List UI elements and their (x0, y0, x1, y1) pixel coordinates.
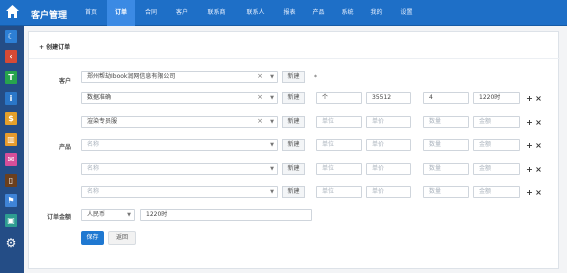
product-label: 产品 (58, 144, 71, 151)
sidebar: ☾ ‹ T i $ ▥ ✉ ▯ ⚑ ▣ ⚙ (0, 26, 24, 273)
unit-field-5[interactable]: 单位 (316, 186, 362, 198)
clear-icon[interactable]: × (257, 93, 263, 102)
amount-field-2[interactable]: 金额 (473, 116, 520, 128)
quantity-field-1[interactable]: 4 (423, 92, 469, 104)
top-navigation-bar: 客户管理 首页 订单 合同 客户 联系商 联系人 报表 产品 系统 我的 设置 (0, 0, 567, 26)
back-button[interactable]: 返回 (108, 231, 136, 245)
required-asterisk: * (314, 74, 317, 81)
clear-icon[interactable]: × (257, 117, 263, 126)
delete-row-icon[interactable]: × (535, 142, 542, 150)
customer-label: 客户 (58, 78, 71, 85)
add-row-icon[interactable]: + (526, 189, 533, 197)
chevron-down-icon: ▼ (270, 95, 274, 101)
tag-icon[interactable]: T (5, 71, 17, 84)
new-customer-button[interactable]: 新建 (282, 71, 305, 83)
nav-item-suppliers[interactable]: 联系商 (197, 0, 236, 26)
unit-field-3[interactable]: 单位 (316, 139, 362, 151)
nav-item-products[interactable]: 产品 (304, 0, 333, 26)
unit-field-1[interactable]: 个 (316, 92, 362, 104)
new-product-button-1[interactable]: 新建 (282, 92, 305, 104)
panel-header: + 创建订单 (29, 32, 560, 59)
amount-field-4[interactable]: 金额 (473, 163, 520, 175)
main-content: + 创建订单 客户 郑州帮劫Ibook润网信息有限公司 × ▼ 新建 * 数据准… (24, 26, 567, 273)
add-row-icon[interactable]: + (526, 119, 533, 127)
quantity-field-2[interactable]: 数量 (423, 116, 469, 128)
gear-icon[interactable]: ⚙ (5, 237, 17, 250)
order-amount-label: 订单金额 (46, 214, 71, 221)
customer-select[interactable]: 郑州帮劫Ibook润网信息有限公司 × ▼ (81, 71, 278, 83)
nav-item-home[interactable]: 首页 (75, 0, 107, 26)
add-row-icon[interactable]: + (526, 166, 533, 174)
quantity-field-5[interactable]: 数量 (423, 186, 469, 198)
dollar-icon[interactable]: $ (5, 112, 17, 125)
app-title: 客户管理 (31, 11, 68, 21)
chevron-down-icon: ▼ (270, 142, 274, 148)
product-select-1[interactable]: 数据准确 × ▼ (81, 92, 278, 104)
new-product-button-2[interactable]: 新建 (282, 116, 305, 128)
product-select-4[interactable]: 名称 ▼ (81, 163, 278, 175)
price-field-5[interactable]: 单价 (366, 186, 411, 198)
create-order-panel: + 创建订单 客户 郑州帮劫Ibook润网信息有限公司 × ▼ 新建 * 数据准… (28, 31, 560, 269)
order-amount-field[interactable]: 1220时 (140, 209, 312, 221)
left-arrow-icon[interactable]: ‹ (5, 50, 17, 63)
moon-icon[interactable]: ☾ (5, 30, 17, 43)
quantity-field-4[interactable]: 数量 (423, 163, 469, 175)
chevron-down-icon: ▼ (270, 119, 274, 125)
nav-item-system[interactable]: 系统 (333, 0, 362, 26)
delete-row-icon[interactable]: × (535, 189, 542, 197)
product-select-5[interactable]: 名称 ▼ (81, 186, 278, 198)
chevron-down-icon: ▼ (270, 74, 274, 80)
notebook-icon[interactable]: ▯ (5, 174, 17, 187)
delete-row-icon[interactable]: × (535, 95, 542, 103)
nav-item-reports[interactable]: 报表 (275, 0, 304, 26)
new-product-button-4[interactable]: 新建 (282, 163, 305, 175)
cube-icon[interactable]: ▣ (5, 214, 17, 227)
delete-row-icon[interactable]: × (535, 119, 542, 127)
price-field-4[interactable]: 单价 (366, 163, 411, 175)
product-select-3[interactable]: 名称 ▼ (81, 139, 278, 151)
mail-icon[interactable]: ✉ (5, 153, 17, 166)
new-product-button-3[interactable]: 新建 (282, 139, 305, 151)
unit-field-2[interactable]: 单位 (316, 116, 362, 128)
nav-item-orders[interactable]: 订单 (107, 0, 135, 26)
chevron-down-icon: ▼ (127, 212, 131, 218)
delete-row-icon[interactable]: × (535, 166, 542, 174)
nav-item-contacts[interactable]: 联系人 (236, 0, 275, 26)
nav-item-customers[interactable]: 客户 (167, 0, 197, 26)
chevron-down-icon: ▼ (270, 189, 274, 195)
nav-item-contracts[interactable]: 合同 (135, 0, 167, 26)
quantity-field-3[interactable]: 数量 (423, 139, 469, 151)
chart-icon[interactable]: ▥ (5, 133, 17, 146)
amount-field-5[interactable]: 金额 (473, 186, 520, 198)
price-field-1[interactable]: 35512 (366, 92, 411, 104)
save-button[interactable]: 保存 (81, 231, 104, 245)
clear-icon[interactable]: × (257, 72, 263, 81)
product-select-2[interactable]: 渲染专员服 × ▼ (81, 116, 278, 128)
amount-field-3[interactable]: 金额 (473, 139, 520, 151)
price-field-3[interactable]: 单价 (366, 139, 411, 151)
add-row-icon[interactable]: + (526, 142, 533, 150)
price-field-2[interactable]: 单价 (366, 116, 411, 128)
info-icon[interactable]: i (5, 92, 17, 105)
flag-icon[interactable]: ⚑ (5, 194, 17, 207)
amount-field-1[interactable]: 1220时 (473, 92, 520, 104)
nav-item-mine[interactable]: 我的 (362, 0, 391, 26)
unit-field-4[interactable]: 单位 (316, 163, 362, 175)
currency-select[interactable]: 人民币 ▼ (81, 209, 135, 221)
nav-item-settings[interactable]: 设置 (391, 0, 422, 26)
chevron-down-icon: ▼ (270, 166, 274, 172)
new-product-button-5[interactable]: 新建 (282, 186, 305, 198)
add-row-icon[interactable]: + (526, 95, 533, 103)
create-order-title: + 创建订单 (39, 44, 71, 51)
home-icon[interactable] (5, 4, 20, 20)
plus-icon: + (39, 44, 45, 51)
